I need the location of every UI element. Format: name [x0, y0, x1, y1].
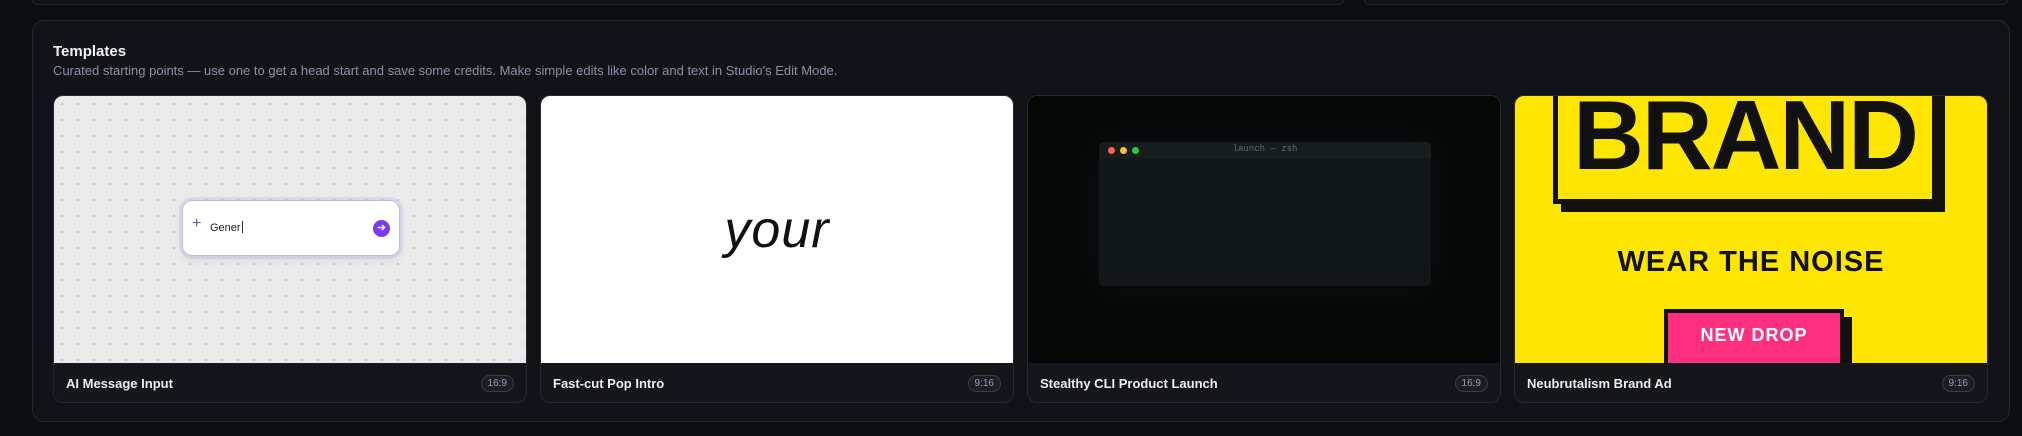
cta-text: NEW DROP [1700, 325, 1808, 345]
template-preview: your [541, 96, 1013, 363]
template-card-ai-message-input[interactable]: + Gener ➔ AI Message Input 16:9 [53, 95, 527, 403]
aspect-ratio-badge: 16:9 [480, 375, 514, 392]
terminal-title-bar: launch — zsh [1099, 142, 1431, 159]
card-title: Neubrutalism Brand Ad [1527, 376, 1672, 391]
previous-section-edge-right [1364, 0, 2008, 5]
card-footer: Fast-cut Pop Intro 9:16 [541, 363, 1013, 402]
card-footer: Neubrutalism Brand Ad 9:16 [1515, 363, 1987, 402]
brand-box: BRAND [1553, 96, 1937, 204]
card-title: Fast-cut Pop Intro [553, 376, 665, 391]
card-title: AI Message Input [66, 376, 173, 391]
panel-subtitle: Curated starting points — use one to get… [53, 63, 838, 78]
template-card-stealthy-cli-product-launch[interactable]: launch — zsh Stealthy CLI Product Launch… [1027, 95, 1501, 403]
card-footer: Stealthy CLI Product Launch 16:9 [1028, 363, 1500, 402]
sparkle-icon: + [192, 215, 202, 232]
arrow-right-icon: ➔ [373, 220, 390, 237]
text-caret [241, 221, 243, 233]
tagline-text: WEAR THE NOISE [1617, 246, 1885, 278]
template-card-fast-cut-pop-intro[interactable]: your Fast-cut Pop Intro 9:16 [540, 95, 1014, 403]
terminal-window-preview: launch — zsh [1099, 142, 1431, 286]
aspect-ratio-badge: 9:16 [967, 375, 1001, 392]
previous-section-edge [32, 0, 1344, 5]
terminal-title: launch — zsh [1232, 144, 1298, 154]
message-input-preview: + Gener ➔ [182, 200, 400, 256]
panel-title: Templates [53, 43, 127, 60]
template-preview: BRAND WEAR THE NOISE NEW DROP [1515, 96, 1987, 363]
aspect-ratio-badge: 16:9 [1454, 375, 1488, 392]
preview-word: your [724, 201, 830, 259]
templates-panel: Templates Curated starting points — use … [32, 20, 2010, 422]
aspect-ratio-badge: 9:16 [1941, 375, 1975, 392]
message-input-text: Gener [210, 222, 241, 234]
card-footer: AI Message Input 16:9 [54, 363, 526, 402]
template-preview: + Gener ➔ [54, 96, 526, 363]
card-title: Stealthy CLI Product Launch [1040, 376, 1218, 391]
brand-text: BRAND [1573, 96, 1919, 190]
cta-box: NEW DROP [1664, 309, 1844, 363]
template-preview: launch — zsh [1028, 96, 1500, 363]
template-card-neubrutalism-brand-ad[interactable]: BRAND WEAR THE NOISE NEW DROP Neubrutali… [1514, 95, 1988, 403]
